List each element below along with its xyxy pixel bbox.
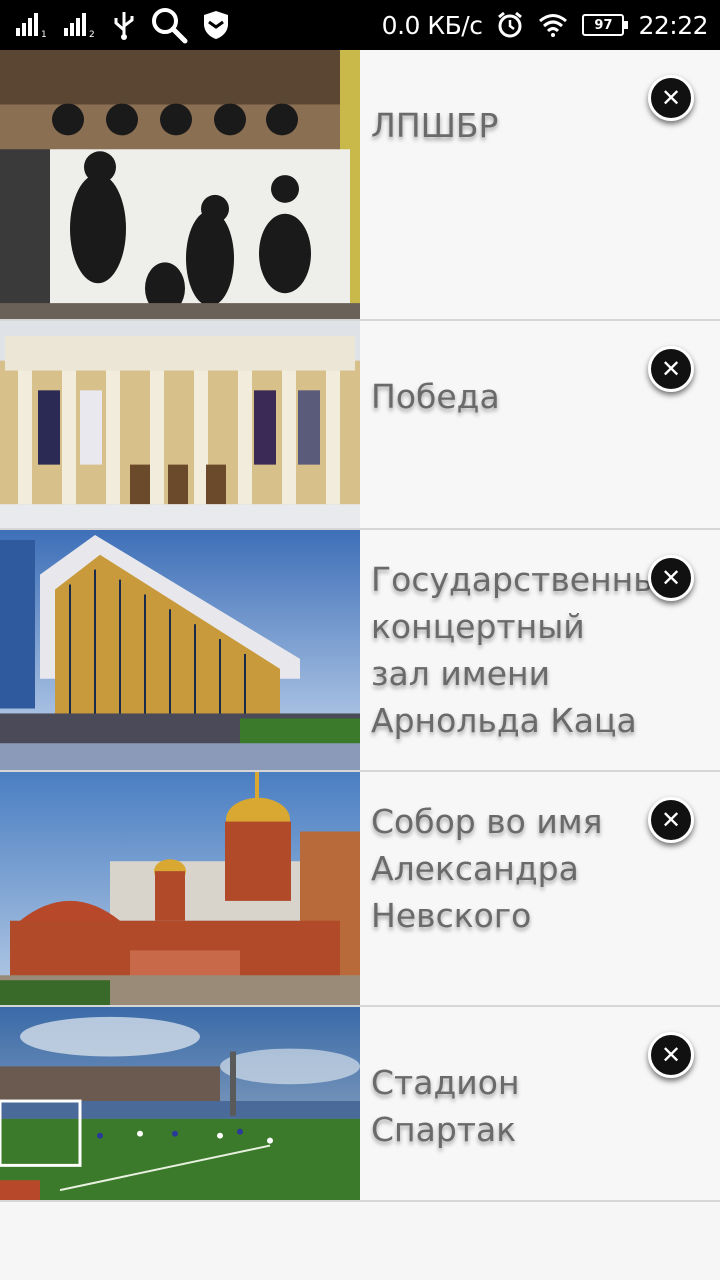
battery-icon: 97 <box>582 14 629 36</box>
signal-sim2-icon: 2 <box>64 12 98 38</box>
close-icon[interactable]: ✕ <box>648 75 694 121</box>
item-title: Победа <box>371 377 500 416</box>
cathedral-photo <box>0 772 360 1005</box>
svg-text:1: 1 <box>41 30 47 38</box>
close-icon[interactable]: ✕ <box>648 797 694 843</box>
clock: 22:22 <box>638 10 708 40</box>
close-icon[interactable]: ✕ <box>648 346 694 392</box>
alarm-icon <box>496 11 524 39</box>
list-item[interactable]: Государственный концертный зал имени Арн… <box>0 530 720 772</box>
concert-hall-photo <box>0 530 360 770</box>
status-bar: 1 2 0.0 КБ/с 97 22:22 <box>0 0 720 50</box>
network-speed: 0.0 КБ/с <box>381 10 483 40</box>
svg-text:2: 2 <box>89 30 95 38</box>
item-title: Стадион Спартак <box>371 1063 520 1149</box>
list-item[interactable]: Стадион Спартак ✕ <box>0 1007 720 1202</box>
spartak-stadium-photo <box>0 1007 360 1200</box>
shield-icon <box>202 10 230 40</box>
item-title: Собор во имя Александра Невского <box>371 802 603 935</box>
list-item[interactable]: Победа ✕ <box>0 321 720 530</box>
close-icon[interactable]: ✕ <box>648 555 694 601</box>
signal-sim1-icon: 1 <box>16 12 50 38</box>
wifi-icon <box>538 13 568 37</box>
list-item[interactable]: Собор во имя Александра Невского ✕ <box>0 772 720 1007</box>
lpshbr-mural-photo <box>0 50 360 319</box>
usb-icon <box>112 10 136 40</box>
close-icon[interactable]: ✕ <box>648 1032 694 1078</box>
item-title: Государственный концертный зал имени Арн… <box>371 560 681 740</box>
list-item[interactable]: ЛПШБР ✕ <box>0 50 720 321</box>
pobeda-cinema-photo <box>0 321 360 528</box>
search-icon <box>150 6 188 44</box>
places-list: ЛПШБР ✕ Победа ✕ Государственный концерт… <box>0 50 720 1202</box>
item-title: ЛПШБР <box>371 106 499 145</box>
